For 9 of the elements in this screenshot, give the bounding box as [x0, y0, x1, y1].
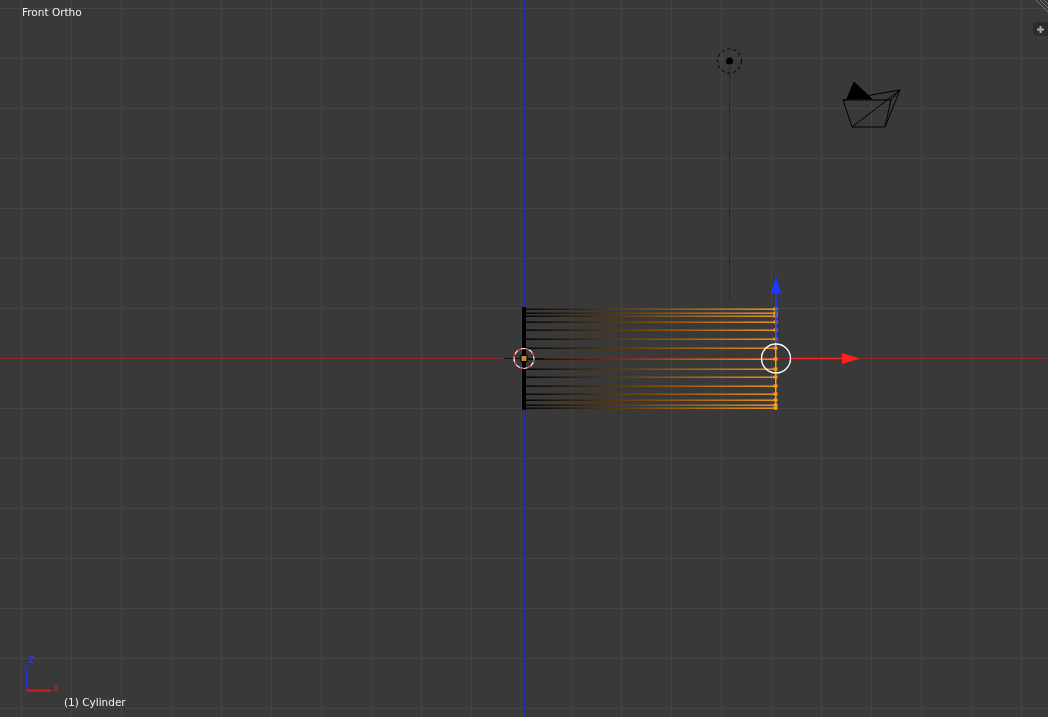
axis-label: X — [53, 684, 60, 694]
camera-drawing — [842, 81, 901, 128]
properties-toggle-button[interactable] — [1033, 22, 1048, 36]
corner-resize-handle[interactable] — [1035, 0, 1048, 13]
axis-lines-drawing — [25, 665, 52, 692]
object-label: (1) Cylinder — [64, 696, 126, 709]
view-label: Front Ortho — [22, 6, 82, 19]
plus-icon — [1037, 25, 1044, 33]
axis-label: Z — [28, 655, 35, 665]
